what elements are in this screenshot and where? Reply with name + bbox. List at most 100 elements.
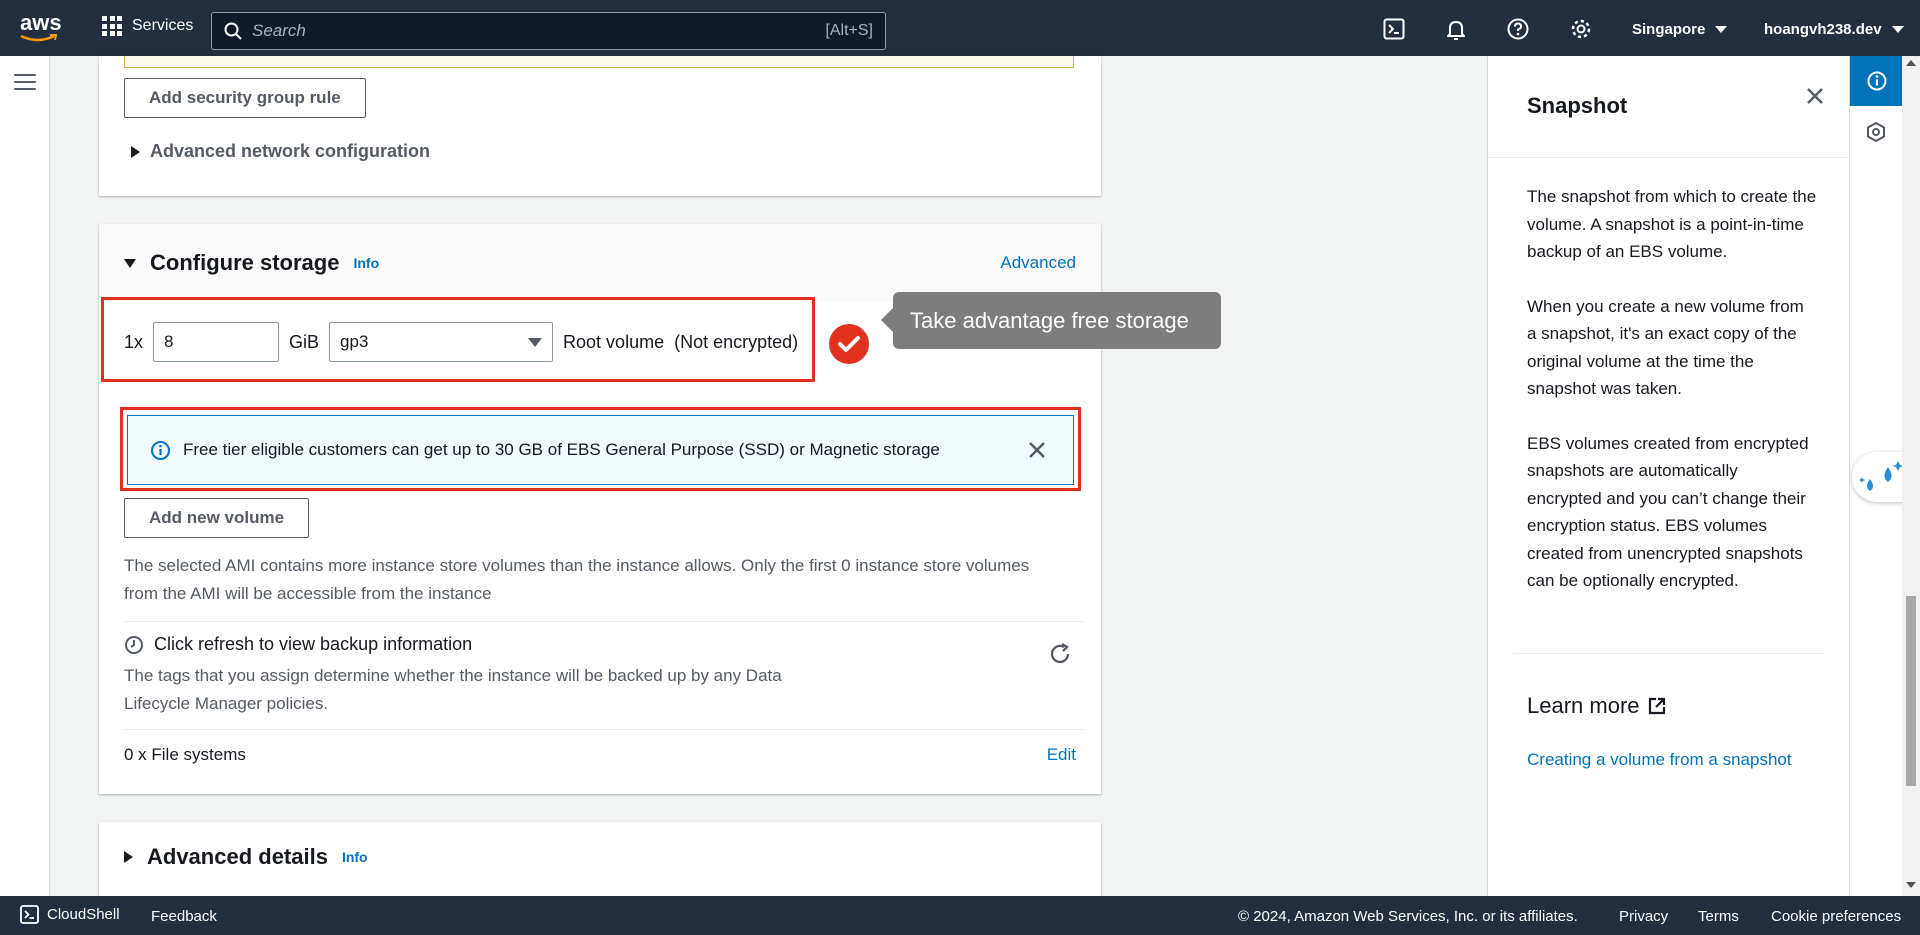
backup-desc-line-1: The tags that you assign determine wheth… (124, 666, 782, 685)
file-systems-label: 0 x File systems (124, 745, 246, 764)
help-panel: Snapshot The snapshot from which to crea… (1487, 56, 1850, 896)
ami-note-line-2: from the AMI will be accessible from the… (124, 584, 492, 603)
help-icon[interactable] (1507, 18, 1529, 40)
page-scrollbar[interactable] (1902, 56, 1920, 896)
advanced-details-title: Advanced details (147, 844, 328, 869)
divider (1513, 653, 1825, 654)
refresh-icon[interactable] (1048, 642, 1072, 666)
volume-type-value: gp3 (340, 332, 369, 351)
volume-size-input[interactable] (153, 322, 280, 362)
cloudshell-icon (20, 905, 39, 924)
clock-icon (125, 635, 143, 654)
external-link-icon (1648, 697, 1665, 715)
advanced-details-card: Advanced details Info (99, 822, 1101, 897)
footer: CloudShell Feedback © 2024, Amazon Web S… (0, 896, 1920, 935)
volume-type-select[interactable]: gp3 (329, 322, 554, 362)
backup-desc-line-2: Lifecycle Manager policies. (124, 694, 329, 713)
account-label: hoangvh238.dev (1764, 21, 1882, 38)
learn-more-heading: Learn more (1527, 693, 1666, 719)
backup-title-text: Click refresh to view backup information (154, 634, 473, 654)
aws-logo-text: aws (20, 10, 62, 35)
checkmark-badge-icon (829, 324, 869, 364)
root-volume-label: Root volume (563, 331, 665, 352)
grid-icon (102, 16, 122, 36)
aws-smile-icon (20, 34, 58, 42)
free-tier-alert-text: Free tier eligible customers can get up … (183, 440, 940, 459)
chevron-down-icon (1715, 26, 1728, 33)
help-panel-title: Snapshot (1527, 93, 1628, 118)
backup-description: The tags that you assign determine wheth… (124, 662, 782, 718)
info-panel-toggle[interactable] (1850, 56, 1903, 106)
encryption-status-label: (Not encrypted) (674, 331, 799, 352)
volume-count-label: 1x (124, 331, 144, 352)
configure-storage-card: Configure storage Info Advanced 1x GiB g… (99, 224, 1221, 794)
search-shortcut: [Alt+S] (825, 22, 873, 39)
settings-gear-icon[interactable] (1570, 18, 1592, 40)
hexagon-settings-icon[interactable] (1866, 122, 1886, 142)
services-label: Services (132, 17, 194, 34)
network-settings-card: Add security group rule Advanced network… (99, 56, 1101, 196)
footer-cookie-preferences-link[interactable]: Cookie preferences (1771, 908, 1901, 925)
advanced-network-configuration-toggle[interactable]: Advanced network configuration (131, 141, 430, 162)
ami-note-line-1: The selected AMI contains more instance … (124, 556, 1030, 575)
left-navigation-rail (0, 56, 50, 896)
edit-file-systems-link[interactable]: Edit (1047, 745, 1076, 765)
advanced-details-toggle[interactable]: Advanced details Info (124, 844, 368, 870)
help-paragraph: EBS volumes created from encrypted snaps… (1527, 433, 1809, 591)
search-icon (224, 22, 242, 40)
scroll-up-icon[interactable] (1906, 60, 1916, 66)
cloudshell-label: CloudShell (47, 906, 120, 923)
services-menu-button[interactable]: Services (102, 16, 193, 36)
footer-privacy-link[interactable]: Privacy (1619, 908, 1668, 925)
menu-hamburger-icon[interactable] (14, 74, 36, 92)
help-paragraph: When you create a new volume from a snap… (1527, 296, 1804, 399)
close-icon[interactable] (1805, 86, 1825, 106)
help-panel-body: The snapshot from which to create the vo… (1527, 183, 1817, 622)
account-menu[interactable]: hoangvh238.dev (1764, 21, 1904, 38)
configure-storage-toggle[interactable]: Configure storage Info (124, 250, 379, 276)
configure-storage-title: Configure storage (150, 250, 340, 275)
footer-copyright: © 2024, Amazon Web Services, Inc. or its… (1238, 908, 1578, 925)
cloudshell-icon[interactable] (1383, 18, 1405, 40)
free-tier-alert: Free tier eligible customers can get up … (127, 415, 1074, 485)
divider (124, 729, 1084, 730)
add-security-group-rule-button[interactable]: Add security group rule (124, 78, 366, 118)
chevron-down-icon (528, 337, 543, 347)
free-storage-tooltip: Take advantage free storage (881, 292, 1221, 349)
advanced-details-info-link[interactable]: Info (342, 849, 368, 865)
backup-info-title: Click refresh to view backup information (124, 634, 472, 655)
add-new-volume-button[interactable]: Add new volume (124, 498, 310, 538)
help-panel-header: Snapshot (1488, 56, 1850, 158)
ami-instance-store-note: The selected AMI contains more instance … (124, 552, 1084, 608)
expand-right-icon (131, 145, 140, 158)
search-input[interactable] (252, 21, 826, 41)
footer-cloudshell-button[interactable]: CloudShell (20, 905, 120, 924)
help-paragraph: The snapshot from which to create the vo… (1527, 187, 1817, 261)
expand-right-icon (124, 851, 133, 863)
scrollbar-thumb[interactable] (1906, 596, 1916, 786)
collapse-down-icon (124, 258, 136, 268)
root-volume-row: 1x GiB gp3 Root volume (Not encrypted) (124, 322, 798, 362)
footer-terms-link[interactable]: Terms (1698, 908, 1739, 925)
close-icon[interactable] (1027, 440, 1047, 460)
region-label: Singapore (1632, 21, 1706, 38)
creating-volume-from-snapshot-link[interactable]: Creating a volume from a snapshot (1527, 750, 1792, 770)
volume-unit-label: GiB (289, 331, 320, 352)
footer-feedback-link[interactable]: Feedback (151, 908, 217, 925)
region-selector[interactable]: Singapore (1632, 21, 1728, 38)
warning-box-edge (124, 56, 1074, 68)
notifications-bell-icon[interactable] (1445, 18, 1467, 40)
aws-logo[interactable]: aws (20, 12, 62, 46)
storage-info-link[interactable]: Info (353, 255, 379, 271)
info-circle-icon (1867, 71, 1886, 91)
divider (124, 621, 1084, 622)
tooltip-text: Take advantage free storage (910, 307, 1189, 333)
chevron-down-icon (1891, 26, 1904, 33)
learn-more-text: Learn more (1527, 693, 1640, 718)
search-bar[interactable]: [Alt+S] (211, 12, 886, 50)
info-circle-icon (151, 440, 170, 460)
scroll-down-icon[interactable] (1906, 882, 1916, 888)
top-navigation: aws Services [Alt+S] Sing (0, 0, 1920, 56)
advanced-storage-link[interactable]: Advanced (1000, 253, 1076, 273)
advanced-network-configuration-label: Advanced network configuration (150, 141, 431, 161)
